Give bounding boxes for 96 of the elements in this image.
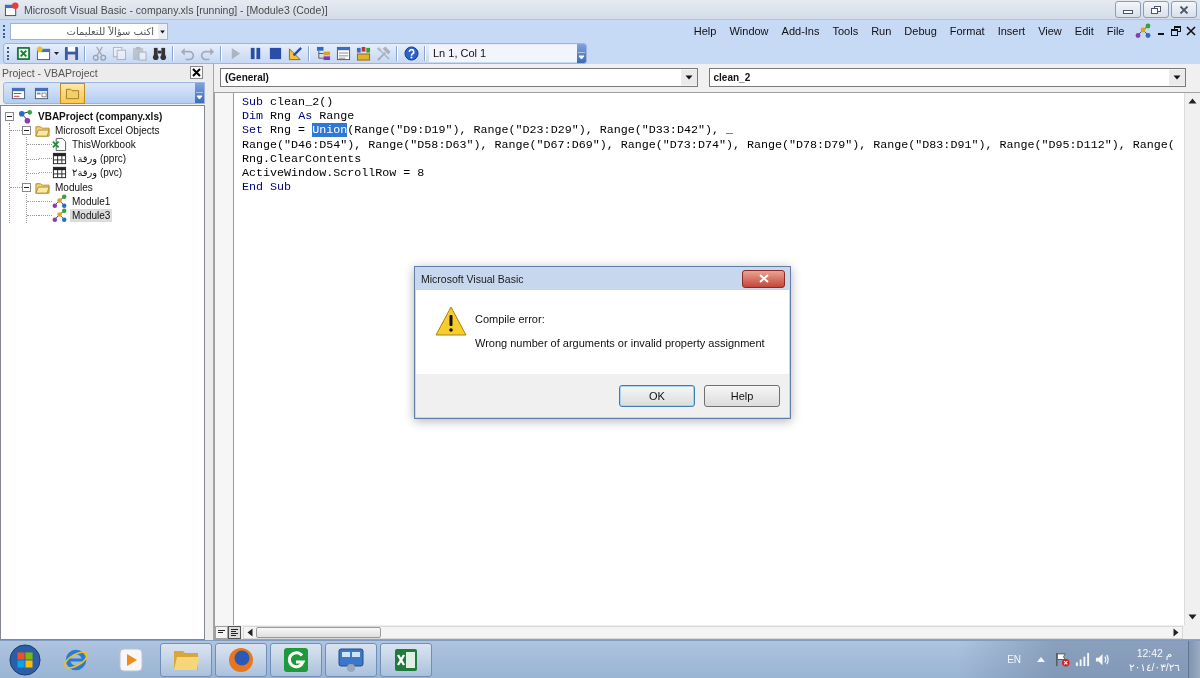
- collapse-toggle-icon[interactable]: [22, 182, 31, 192]
- tree-item[interactable]: VBAProject (company.xls): [36, 109, 165, 123]
- dialog-button[interactable]: OK: [619, 384, 695, 407]
- tree-item[interactable]: ورقة٢ (pvc): [70, 166, 125, 180]
- window-title: Microsoft Visual Basic - company.xls [running] - [Module3 (Code)]: [24, 3, 328, 16]
- binoculars-icon[interactable]: [151, 45, 167, 61]
- error-message: Wrong number of arguments or invalid property assignment: [475, 337, 765, 349]
- code-line: Range("D46:D54"), Range("D58:D63"), Range("D67:D69"), Range("D73:D74"), Range("D78:D79"), Range("D83:D91"), Range("D95:D112"), Range(: [242, 137, 1175, 152]
- spreadsheet-document-icon: [52, 136, 67, 152]
- dialog-button[interactable]: Help: [704, 384, 780, 407]
- ruler-pencil-icon[interactable]: [287, 45, 303, 61]
- chevron-down-icon: [196, 92, 203, 100]
- tree-item[interactable]: Modules: [53, 180, 95, 194]
- table-grid-icon: [52, 165, 67, 181]
- scroll-right-icon[interactable]: [1173, 627, 1179, 637]
- menu-item[interactable]: Tools: [826, 25, 865, 37]
- close-icon[interactable]: [1186, 26, 1196, 36]
- object-boxes-icon[interactable]: [355, 45, 371, 61]
- error-heading: Compile error:: [475, 313, 546, 325]
- code-line: ActiveWindow.ScrollRow = 8: [242, 166, 425, 181]
- tree-item[interactable]: Module3: [70, 208, 113, 222]
- menu-item[interactable]: File: [1100, 25, 1131, 37]
- help-question-field[interactable]: اكتب سؤالاً للتعليمات: [10, 22, 168, 40]
- window-panel-icon: [337, 645, 365, 674]
- procedure-view-icon[interactable]: [215, 625, 228, 639]
- module-view-icon[interactable]: [228, 625, 241, 639]
- close-icon: [758, 274, 769, 283]
- taskbar-button[interactable]: [380, 642, 432, 677]
- warning-icon: [435, 306, 467, 336]
- tree-item[interactable]: Microsoft Excel Objects: [53, 123, 162, 137]
- taskbar-button[interactable]: [325, 642, 377, 677]
- stop-icon[interactable]: [267, 45, 283, 61]
- flag-icon[interactable]: [1055, 652, 1071, 667]
- code-line: Dim Rng As Range: [242, 109, 355, 124]
- toolbar-options-button[interactable]: [577, 43, 586, 63]
- scrollbar-thumb[interactable]: [256, 626, 381, 638]
- properties-icon[interactable]: [335, 45, 351, 61]
- cursor-position-label: Ln 1, Col 1: [429, 44, 577, 62]
- start-orb-icon[interactable]: [9, 643, 41, 676]
- table-grid-icon: [52, 151, 67, 167]
- menu-item[interactable]: Window: [722, 25, 776, 37]
- menu-item[interactable]: Format: [943, 25, 992, 37]
- play-tile-icon[interactable]: [117, 645, 145, 674]
- chevron-down-icon: [578, 51, 585, 60]
- connected-nodes-icon[interactable]: [1135, 23, 1151, 39]
- spreadsheet-icon[interactable]: [15, 45, 31, 61]
- tree-item[interactable]: ThisWorkbook: [70, 137, 138, 151]
- speaker-icon[interactable]: [1095, 652, 1111, 667]
- restore-icon: [1151, 5, 1161, 14]
- menu-item[interactable]: View: [1031, 25, 1069, 37]
- linked-circles-icon: [18, 108, 33, 124]
- vertical-scrollbar[interactable]: [1184, 93, 1200, 625]
- dialog-title: Microsoft Visual Basic: [421, 272, 524, 285]
- close-button[interactable]: [1171, 1, 1197, 18]
- code-line: Sub clean_2(): [242, 95, 334, 110]
- code-line: Rng.ClearContents: [242, 151, 362, 166]
- taskbar-button[interactable]: [270, 642, 322, 677]
- grip-icon[interactable]: [3, 24, 6, 38]
- app-icon[interactable]: [4, 2, 19, 17]
- horizontal-scrollbar[interactable]: [243, 625, 1183, 639]
- new-window-icon[interactable]: [35, 45, 51, 61]
- globe-icon: [227, 645, 255, 674]
- help-icon[interactable]: [403, 45, 419, 61]
- scroll-left-icon[interactable]: [247, 627, 253, 637]
- menu-item[interactable]: Help: [687, 25, 723, 37]
- menu-item[interactable]: Edit: [1068, 25, 1101, 37]
- collapse-toggle-icon[interactable]: [22, 125, 31, 135]
- taskbar-button[interactable]: [215, 642, 267, 677]
- menu-item[interactable]: Insert: [991, 25, 1032, 37]
- minimize-button[interactable]: [1115, 1, 1141, 18]
- code-window-icon[interactable]: [11, 85, 26, 101]
- toolbar-options-button[interactable]: [195, 83, 204, 103]
- procedure-dropdown[interactable]: clean_2: [708, 68, 1186, 87]
- grip-icon[interactable]: [7, 46, 10, 60]
- tree-item[interactable]: ورقة١ (pprc): [70, 152, 129, 166]
- close-icon: [192, 68, 201, 77]
- save-icon[interactable]: [63, 45, 79, 61]
- close-icon: [1179, 5, 1189, 14]
- scroll-down-icon[interactable]: [1188, 614, 1197, 620]
- form-icon[interactable]: [34, 85, 49, 101]
- restore-icon[interactable]: [1171, 26, 1181, 36]
- panel-title: Project - VBAProject: [2, 66, 98, 79]
- tree-item[interactable]: Module1: [70, 194, 113, 208]
- restore-button[interactable]: [1143, 1, 1169, 18]
- close-button[interactable]: [742, 269, 785, 288]
- code-line: End Sub: [242, 180, 292, 195]
- menu-item[interactable]: Debug: [897, 25, 944, 37]
- hierarchy-icon[interactable]: [315, 45, 331, 61]
- object-dropdown[interactable]: (General): [220, 68, 698, 87]
- menu-item[interactable]: Add-Ins: [775, 25, 826, 37]
- menu-item[interactable]: Run: [864, 25, 898, 37]
- collapse-toggle-icon[interactable]: [5, 111, 14, 121]
- code-line: Set Rng = Union(Range("D9:D19"), Range("D23:D29"), Range("D33:D42"), _: [242, 123, 733, 138]
- scroll-up-icon[interactable]: [1188, 98, 1197, 104]
- caret-icon[interactable]: [53, 51, 59, 55]
- close-button[interactable]: [190, 66, 203, 79]
